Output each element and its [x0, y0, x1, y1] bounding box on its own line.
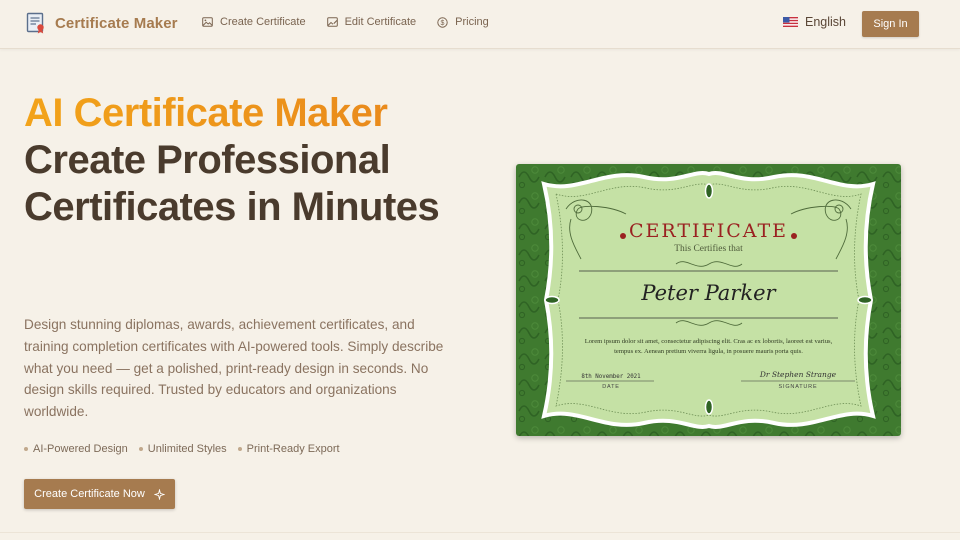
dollar-circle-icon: $: [437, 16, 448, 28]
feature-label: Unlimited Styles: [147, 443, 227, 455]
certificate-recipient-name: Peter Parker: [641, 281, 776, 305]
section-divider: [0, 532, 960, 533]
create-certificate-now-button[interactable]: Create Certificate Now: [24, 479, 175, 509]
hero-description: Design stunning diplomas, awards, achiev…: [24, 317, 444, 420]
certificate-signature-label: SIGNATURE: [778, 384, 818, 390]
hero-title: AI Certificate Maker Create Professional…: [24, 90, 444, 231]
cta-label: Create Certificate Now: [34, 488, 145, 500]
feature-label: AI-Powered Design: [33, 443, 128, 455]
feature-item: Print-Ready Export: [237, 443, 340, 455]
certificate-date: 8th November 2021: [581, 374, 641, 380]
top-navbar: Certificate Maker Create Certificate Edi…: [0, 0, 960, 49]
us-flag-icon: [783, 17, 798, 27]
nav-link-create-certificate[interactable]: Create Certificate: [202, 16, 306, 28]
certificate-logo-icon: [26, 12, 44, 34]
feature-item: AI-Powered Design: [24, 443, 128, 455]
nav-link-label: Edit Certificate: [344, 16, 417, 28]
certificate-title: CERTIFICATE: [628, 220, 788, 242]
language-selector[interactable]: English: [783, 15, 846, 29]
brand-logo[interactable]: Certificate Maker: [26, 12, 178, 34]
feature-item: Unlimited Styles: [138, 443, 227, 455]
certificate-signature: Dr Stephen Strange: [759, 370, 837, 379]
edit-image-icon: [326, 17, 338, 27]
nav-link-label: Create Certificate: [220, 16, 306, 28]
sparkle-icon: [153, 488, 165, 500]
certificate-body-text: Lorem ipsum dolor sit amet, consectetur …: [584, 338, 833, 355]
hero-title-highlight: AI Certificate Maker: [24, 90, 444, 137]
certificate-preview: CERTIFICATE This Certifies that Peter Pa…: [516, 164, 901, 436]
feature-list: AI-Powered Design Unlimited Styles Print…: [24, 443, 351, 455]
svg-text:$: $: [441, 20, 445, 27]
bullet-dot-icon: [24, 447, 28, 451]
bullet-dot-icon: [138, 447, 143, 451]
nav-link-label: Pricing: [455, 16, 489, 28]
nav-link-edit-certificate[interactable]: Edit Certificate: [326, 16, 417, 28]
feature-label: Print-Ready Export: [246, 443, 340, 455]
certificate-date-label: DATE: [602, 384, 620, 390]
nav-links: Create Certificate Edit Certificate $ Pr…: [202, 16, 510, 28]
certificate-subtitle: This Certifies that: [674, 244, 743, 254]
bullet-dot-icon: [237, 447, 242, 451]
hero-title-main: Create Professional Certificates in Minu…: [24, 138, 440, 229]
image-icon: [202, 17, 213, 27]
language-label: English: [805, 15, 846, 29]
sign-in-button[interactable]: Sign In: [862, 11, 919, 37]
nav-link-pricing[interactable]: $ Pricing: [437, 16, 489, 28]
brand-name: Certificate Maker: [55, 14, 178, 32]
